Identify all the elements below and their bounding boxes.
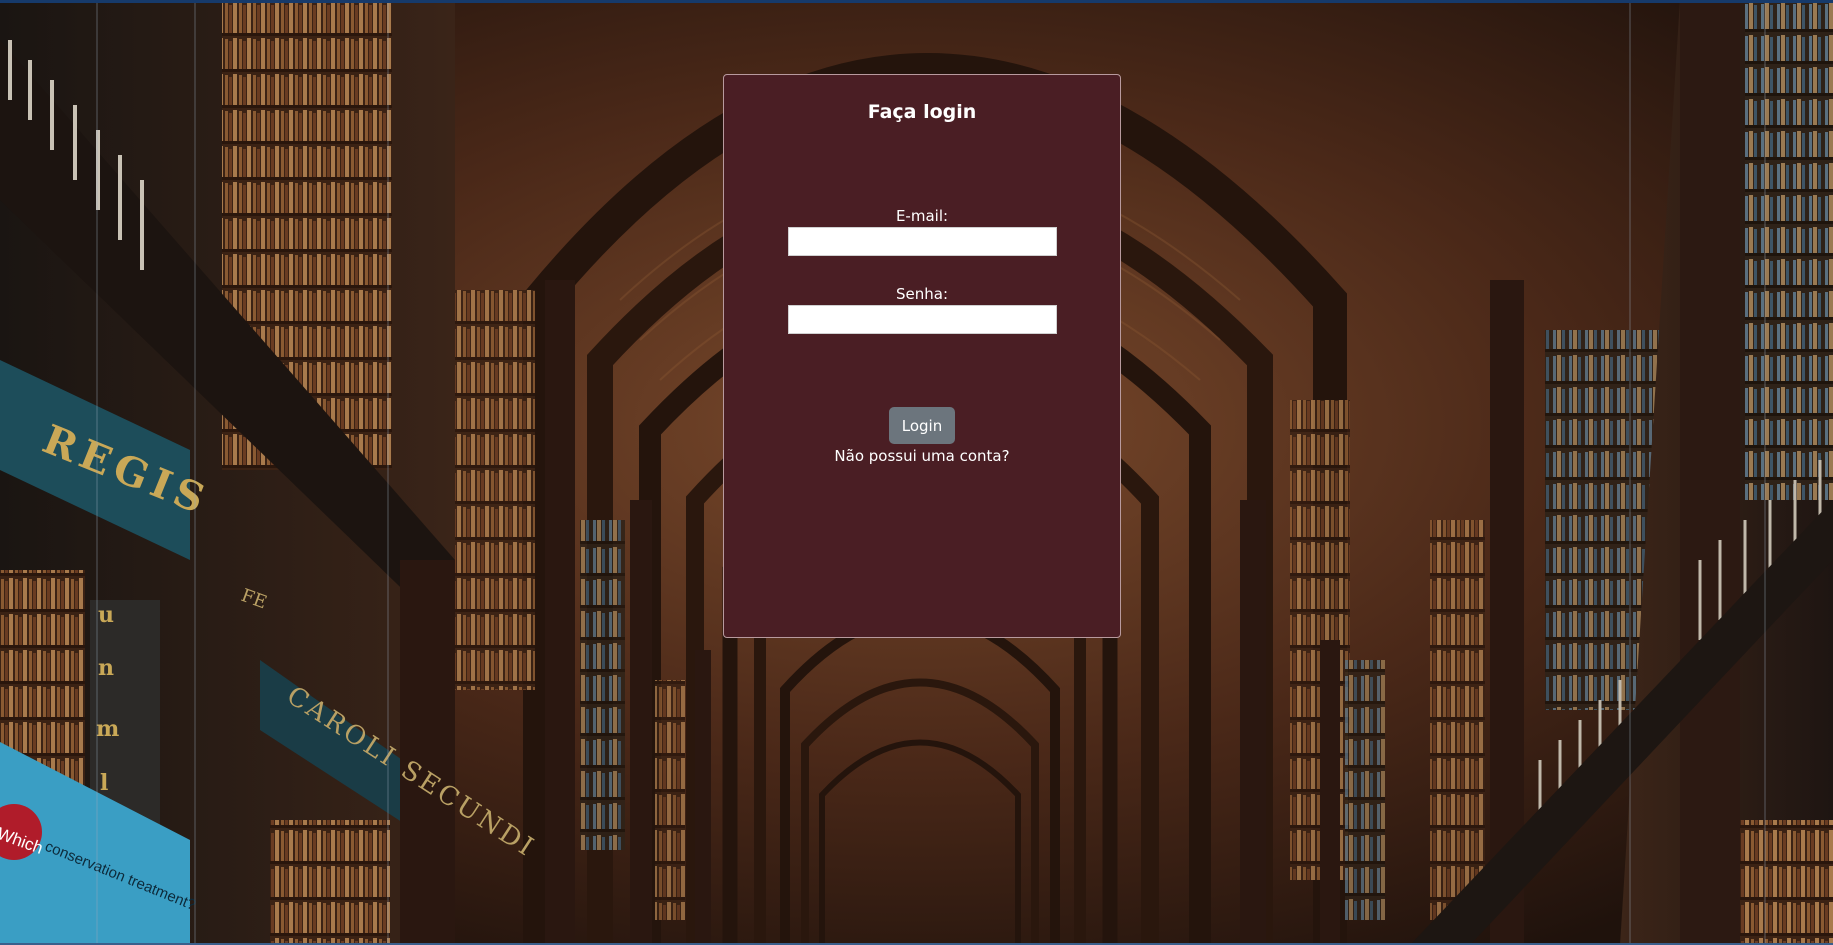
email-label: E-mail: [895,207,949,225]
panel-letter-2: n [98,655,114,681]
panel-letter-1: u [98,602,114,628]
email-input[interactable] [788,227,1057,256]
login-title: Faça login [867,101,977,123]
login-page: REGIS CAROLI SECUNDI FE u n m l Which co… [0,0,1833,945]
password-input[interactable] [788,305,1057,334]
panel-letter-3: m [96,716,119,742]
login-button[interactable]: Login [889,407,955,444]
signup-link[interactable]: Não possui uma conta? [724,447,1120,465]
panel-letter-4: l [100,770,108,796]
login-card: Faça login E-mail: Senha: Login Não poss… [723,74,1121,638]
window-top-edge [0,0,1833,3]
password-label: Senha: [895,285,948,303]
